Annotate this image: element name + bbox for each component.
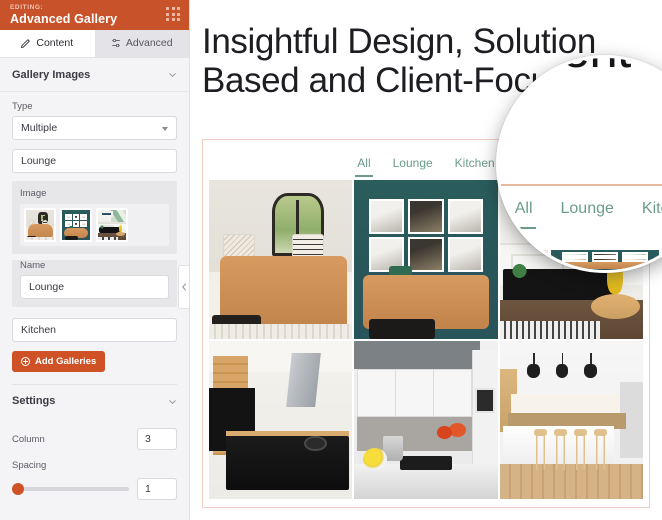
- gallery2-title-field: Kitchen: [0, 318, 189, 342]
- image-label: Image: [20, 188, 47, 199]
- type-select-value: Multiple: [21, 122, 58, 134]
- filter-all[interactable]: All: [355, 156, 374, 177]
- tab-advanced-label: Advanced: [125, 36, 173, 49]
- magnified-filter-kitchen[interactable]: Kitchen: [642, 200, 662, 218]
- column-input[interactable]: 3: [137, 428, 177, 450]
- gallery-item-kitchen-3[interactable]: [499, 340, 643, 499]
- filter-lounge[interactable]: Lounge: [393, 156, 433, 170]
- editor-window: EDITING: Advanced Gallery Content Advanc…: [0, 0, 662, 520]
- tab-content[interactable]: Content: [0, 30, 95, 57]
- magnified-filter-all[interactable]: All: [511, 200, 536, 229]
- panel-eyebrow: EDITING:: [10, 4, 44, 11]
- type-select[interactable]: Multiple: [12, 116, 177, 140]
- type-label: Type: [12, 101, 33, 112]
- name-input[interactable]: Lounge: [20, 275, 169, 299]
- chevron-left-icon: [182, 283, 187, 291]
- magnified-heading-text: and Client-: [499, 58, 662, 78]
- magnified-widget-border: [499, 184, 662, 186]
- section-settings-title: Settings: [12, 395, 56, 407]
- add-galleries-label: Add Galleries: [35, 356, 97, 367]
- chevron-down-icon: [169, 399, 176, 404]
- panel-title: Advanced Gallery: [10, 12, 118, 26]
- spacing-label: Spacing: [12, 460, 47, 471]
- thumbnail-lounge-2[interactable]: [60, 208, 92, 242]
- gallery-item-kitchen-1[interactable]: [209, 340, 353, 499]
- column-value: 3: [145, 433, 151, 445]
- spacing-input[interactable]: 1: [137, 478, 177, 500]
- gallery2-title-input[interactable]: Kitchen: [12, 318, 177, 342]
- column-setting-row: Column 3: [0, 428, 189, 450]
- magnified-item-lounge-1: [499, 250, 549, 270]
- section-gallery-images[interactable]: Gallery Images: [0, 58, 189, 92]
- magnifier-content: and Client- All Lounge Kitchen: [499, 58, 662, 270]
- name-field: Name Lounge: [12, 260, 177, 307]
- plus-circle-icon: [21, 357, 30, 366]
- gallery-item-kitchen-2[interactable]: [354, 340, 498, 499]
- spacing-slider[interactable]: [12, 483, 129, 495]
- magnifier-lens: and Client- All Lounge Kitchen: [496, 55, 662, 273]
- section-settings[interactable]: Settings: [0, 385, 189, 417]
- magnified-item-lounge-2: [551, 250, 659, 270]
- gallery2-title-value: Kitchen: [21, 324, 57, 336]
- spacing-slider-knob[interactable]: [12, 483, 24, 495]
- panel-header: EDITING: Advanced Gallery: [0, 0, 189, 30]
- image-group: Image: [12, 181, 177, 254]
- chevron-down-icon: [169, 73, 176, 78]
- tab-content-label: Content: [36, 36, 74, 49]
- spacing-setting-row: Spacing: [0, 460, 189, 471]
- thumbnail-lounge-1[interactable]: [24, 208, 56, 242]
- filter-kitchen[interactable]: Kitchen: [455, 156, 495, 170]
- name-label: Name: [20, 260, 46, 271]
- panel-tabs: Content Advanced: [0, 30, 189, 58]
- page-heading-line1: Insightful Design, Solution: [202, 22, 596, 61]
- gallery-item-lounge-1[interactable]: [209, 180, 353, 339]
- magnified-gallery-row: [499, 250, 662, 270]
- thumbnail-lounge-3[interactable]: [96, 208, 128, 242]
- tab-advanced[interactable]: Advanced: [94, 30, 189, 57]
- type-field: Type Multiple: [0, 101, 189, 140]
- magnified-filters: All Lounge Kitchen: [499, 200, 662, 229]
- gallery1-title-input[interactable]: Lounge: [12, 149, 177, 173]
- gallery1-title-value: Lounge: [21, 155, 57, 167]
- spacing-slider-row: 1: [0, 478, 189, 500]
- add-galleries-button[interactable]: Add Galleries: [12, 351, 106, 372]
- editor-sidebar: EDITING: Advanced Gallery Content Advanc…: [0, 0, 190, 520]
- gallery1-title-field: Lounge: [0, 149, 189, 173]
- magnified-filter-lounge[interactable]: Lounge: [561, 200, 614, 218]
- name-input-value: Lounge: [29, 281, 65, 293]
- spacing-value: 1: [145, 483, 151, 495]
- pencil-icon: [21, 38, 31, 48]
- image-thumbnails[interactable]: [20, 204, 169, 246]
- page-canvas: Insightful Design, Solution Based and Cl…: [190, 0, 662, 520]
- column-label: Column: [12, 433, 45, 445]
- grid-dots-icon[interactable]: [166, 7, 181, 22]
- sliders-icon: [112, 38, 120, 47]
- gallery-item-lounge-2[interactable]: [354, 180, 498, 339]
- sidebar-collapse-handle[interactable]: [178, 265, 189, 309]
- section-gallery-images-title: Gallery Images: [12, 68, 91, 81]
